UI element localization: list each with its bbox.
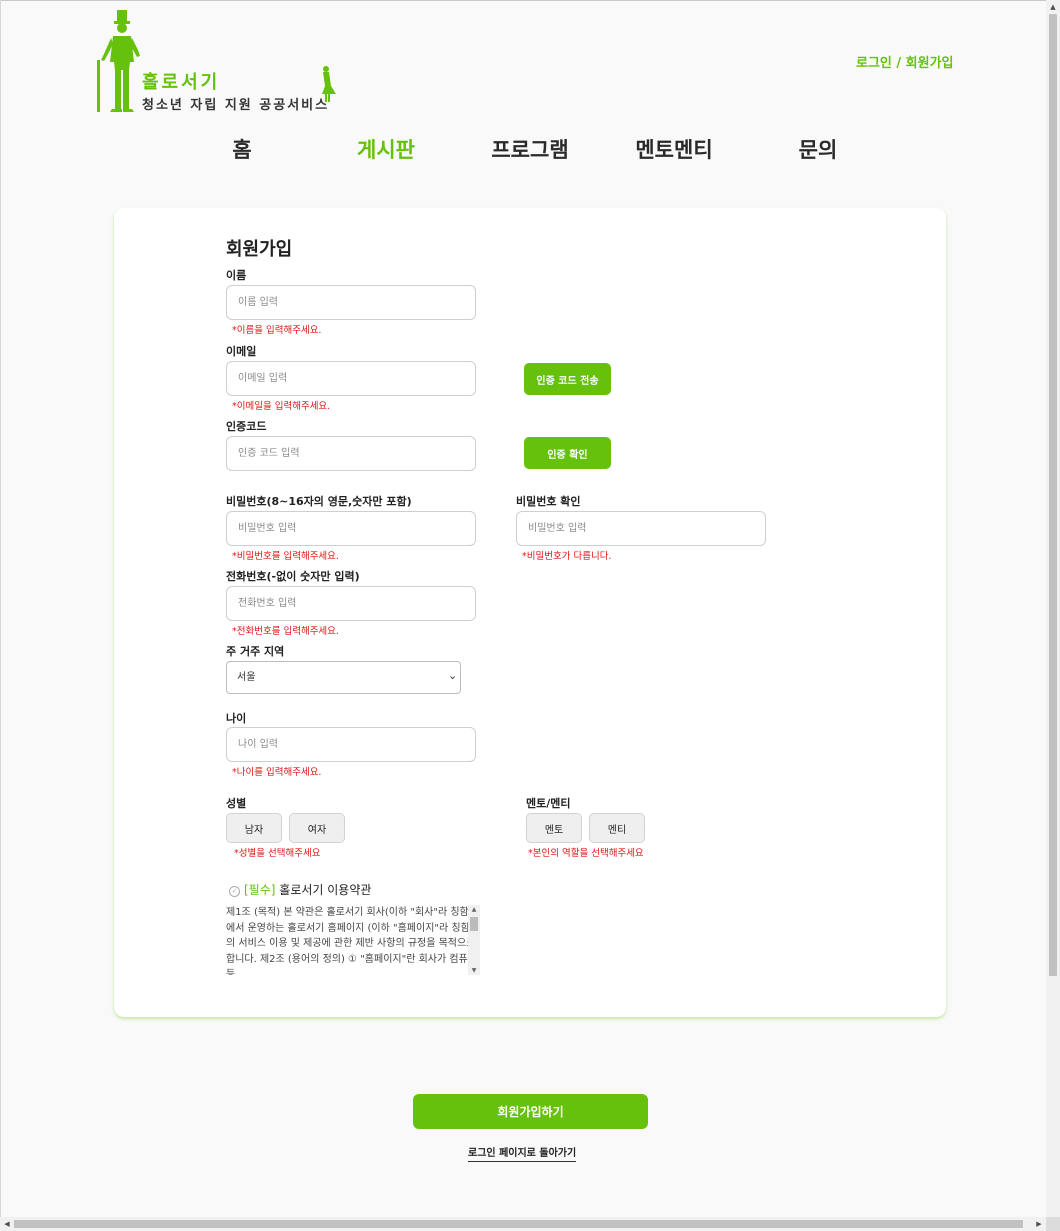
nav-home[interactable]: 홈: [182, 134, 302, 164]
scroll-left-icon[interactable]: ◀: [0, 1217, 14, 1231]
email-input[interactable]: [226, 361, 476, 396]
region-selected-value: 서울: [237, 672, 256, 683]
age-input[interactable]: [226, 727, 476, 762]
page-title: 회원가입: [226, 239, 293, 260]
role-mentee-button[interactable]: 멘티: [589, 813, 645, 843]
name-input[interactable]: [226, 285, 476, 320]
logo-name: 홀로서기: [142, 72, 221, 93]
terms-required-tag: [필수]: [244, 883, 276, 897]
region-label: 주 거주 지역: [226, 645, 285, 658]
password-confirm-label: 비밀번호 확인: [516, 495, 581, 508]
scroll-down-arrow-icon[interactable]: ▼: [468, 967, 480, 974]
name-error: *이름을 입력해주세요.: [232, 325, 322, 336]
role-mentor-button[interactable]: 멘토: [526, 813, 582, 843]
login-signup-link[interactable]: 로그인 / 회원가입: [856, 52, 954, 71]
nav-mentoring[interactable]: 멘토멘티: [614, 134, 734, 164]
password-confirm-error: *비밀번호가 다릅니다.: [522, 551, 612, 562]
terms-heading[interactable]: ✓ [필수] 홀로서기 이용약관: [229, 881, 371, 898]
password-label: 비밀번호(8~16자의 영문,숫자만 포함): [226, 495, 412, 508]
window-top-border: [0, 0, 1060, 1]
password-error: *비밀번호를 입력해주세요.: [232, 551, 339, 562]
phone-error: *전화번호를 입력해주세요.: [232, 626, 339, 637]
horizontal-scroll-thumb[interactable]: [14, 1220, 1023, 1228]
terms-scrollbar[interactable]: ▲ ▼: [468, 905, 480, 975]
signup-submit-button[interactable]: 회원가입하기: [413, 1094, 648, 1129]
phone-label: 전화번호(-없이 숫자만 입력): [226, 570, 360, 583]
check-circle-icon[interactable]: ✓: [229, 886, 240, 897]
phone-input[interactable]: [226, 586, 476, 621]
gender-male-button[interactable]: 남자: [226, 813, 282, 843]
role-error: *본인의 역할을 선택해주세요: [528, 848, 644, 859]
code-label: 인증코드: [226, 420, 267, 433]
scrollbar-corner: [1046, 1217, 1060, 1231]
terms-title: 홀로서기 이용약관: [279, 883, 372, 897]
password-input[interactable]: [226, 511, 476, 546]
scroll-up-arrow-icon[interactable]: ▲: [468, 906, 480, 913]
nav-program[interactable]: 프로그램: [470, 134, 590, 164]
name-label: 이름: [226, 269, 247, 282]
gender-error: *성별을 선택해주세요: [234, 848, 321, 859]
gender-female-button[interactable]: 여자: [289, 813, 345, 843]
main-nav: 홈 게시판 프로그램 멘토멘티 문의: [0, 134, 1046, 164]
terms-scroll-thumb[interactable]: [470, 917, 478, 931]
back-to-login-link[interactable]: 로그인 페이지로 돌아가기: [468, 1144, 577, 1162]
code-input[interactable]: [226, 436, 476, 471]
role-label: 멘토/멘티: [526, 797, 571, 810]
scroll-right-icon[interactable]: ▶: [1032, 1217, 1046, 1231]
email-error: *이메일을 입력해주세요.: [232, 401, 331, 412]
region-select[interactable]: 서울: [226, 661, 461, 694]
horizontal-scrollbar[interactable]: ◀ ▶: [0, 1217, 1046, 1231]
gender-label: 성별: [226, 797, 247, 810]
vertical-scrollbar[interactable]: ▲: [1046, 0, 1060, 1217]
send-code-button[interactable]: 인증 코드 전송: [524, 363, 611, 395]
terms-text: 제1조 (목적) 본 약관은 홀로서기 회사(이하 "회사"라 칭함)에서 운영…: [226, 907, 477, 975]
nav-inquiry[interactable]: 문의: [758, 134, 878, 164]
verify-code-button[interactable]: 인증 확인: [524, 437, 611, 469]
logo-subtitle: 청소년 자립 지원 공공서비스: [142, 98, 330, 113]
vertical-scroll-thumb[interactable]: [1049, 14, 1057, 976]
nav-board[interactable]: 게시판: [326, 134, 446, 164]
age-label: 나이: [226, 712, 247, 725]
age-error: *나이를 입력해주세요.: [232, 767, 322, 778]
email-label: 이메일: [226, 345, 257, 358]
signup-card: 회원가입 이름 *이름을 입력해주세요. 이메일 인증 코드 전송 *이메일을 …: [114, 208, 946, 1017]
scroll-up-icon[interactable]: ▲: [1046, 0, 1060, 14]
window-left-border: [0, 0, 1, 1231]
password-confirm-input[interactable]: [516, 511, 766, 546]
